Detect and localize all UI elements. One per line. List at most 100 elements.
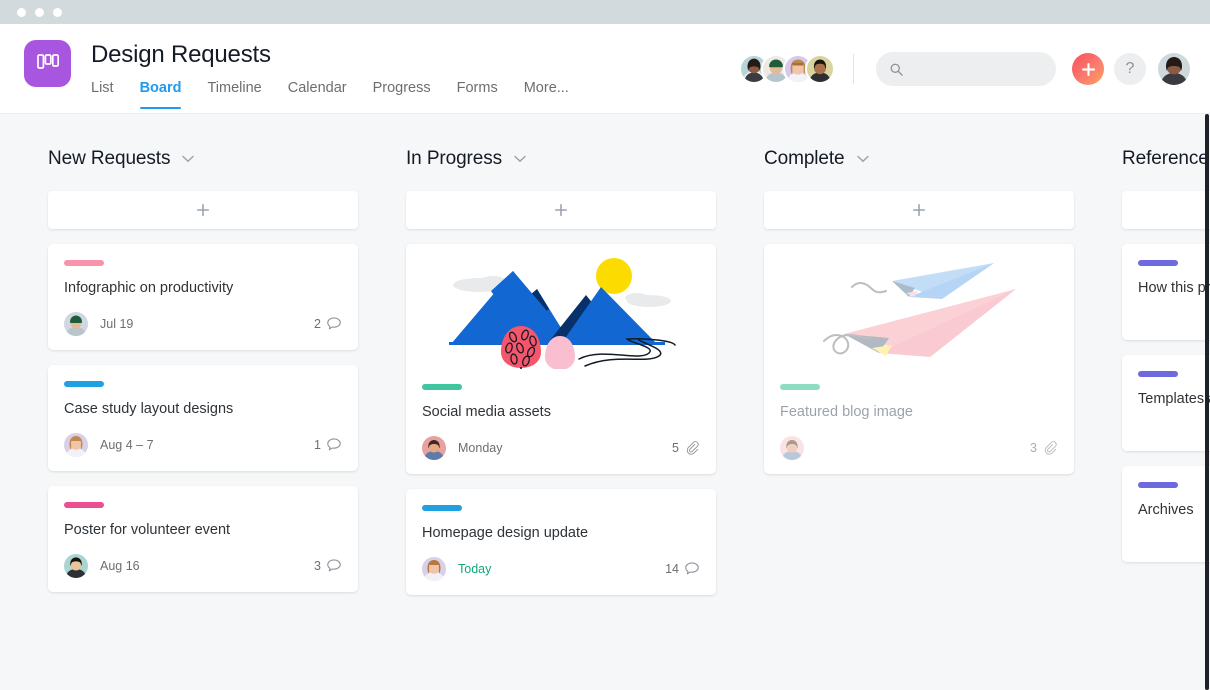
view-tabs: List Board Timeline Calendar Progress Fo… xyxy=(91,79,569,109)
tab-progress[interactable]: Progress xyxy=(373,79,431,109)
assignee-avatar[interactable] xyxy=(780,436,804,460)
assignee-avatar[interactable] xyxy=(422,557,446,581)
plus-icon xyxy=(1081,62,1096,77)
scrollbar-thumb[interactable] xyxy=(1205,114,1209,690)
search-box[interactable] xyxy=(876,52,1056,86)
tab-timeline[interactable]: Timeline xyxy=(207,79,261,109)
chevron-down-icon[interactable] xyxy=(182,155,194,163)
card-comment-count[interactable]: 14 xyxy=(665,561,700,577)
board-glyph-icon xyxy=(37,54,59,74)
card-date: Jul 19 xyxy=(100,317,133,331)
add-task-button[interactable] xyxy=(764,191,1074,229)
avatar-face-icon xyxy=(807,56,833,82)
avatar-face-icon xyxy=(422,557,446,581)
card-tag xyxy=(64,381,104,387)
card-meta: 3 xyxy=(780,436,1058,460)
tab-list[interactable]: List xyxy=(91,79,114,109)
column-header[interactable]: Reference xyxy=(1122,146,1210,172)
card-meta: Monday 5 xyxy=(422,436,700,460)
plus-icon xyxy=(554,203,568,217)
assignee-avatar[interactable] xyxy=(422,436,446,460)
column-header[interactable]: New Requests xyxy=(48,146,358,172)
board-column-new-requests: New Requests Infographic on productivity xyxy=(48,114,358,690)
card-comment-count[interactable]: 1 xyxy=(314,437,342,453)
plus-icon xyxy=(912,203,926,217)
card-comment-count[interactable]: 3 xyxy=(314,558,342,574)
column-header[interactable]: Complete xyxy=(764,146,1074,172)
member-avatar-stack[interactable] xyxy=(739,54,835,84)
tab-calendar[interactable]: Calendar xyxy=(288,79,347,109)
column-header[interactable]: In Progress xyxy=(406,146,716,172)
window-close-dot[interactable] xyxy=(17,8,26,17)
card-title: Featured blog image xyxy=(780,403,1058,422)
window-maximize-dot[interactable] xyxy=(53,8,62,17)
assignee-avatar[interactable] xyxy=(64,554,88,578)
task-card[interactable]: Social media assets Monday 5 xyxy=(406,244,716,474)
task-card[interactable]: Homepage design update Today 14 xyxy=(406,489,716,595)
attachment-icon xyxy=(684,440,700,456)
header-left: Design Requests List Board Timeline Cale… xyxy=(0,24,569,109)
card-date: Today xyxy=(458,562,491,576)
header-divider xyxy=(853,54,854,84)
card-cover-image xyxy=(780,244,1058,374)
comment-count-value: 2 xyxy=(314,317,321,331)
attachment-icon xyxy=(1042,440,1058,456)
column-title: Reference xyxy=(1122,148,1209,170)
tab-board[interactable]: Board xyxy=(140,79,182,109)
avatar-face-icon xyxy=(64,312,88,336)
title-block: Design Requests List Board Timeline Cale… xyxy=(91,40,569,109)
board-column-complete: Complete xyxy=(764,114,1074,690)
comment-count-value: 14 xyxy=(665,562,679,576)
card-attachment-count[interactable]: 3 xyxy=(1030,440,1058,456)
help-label: ? xyxy=(1126,60,1135,78)
task-card[interactable]: Featured blog image 3 xyxy=(764,244,1074,474)
card-comment-count[interactable]: 2 xyxy=(314,316,342,332)
card-tag xyxy=(64,502,104,508)
avatar-face-icon xyxy=(1158,53,1190,85)
add-task-button[interactable] xyxy=(48,191,358,229)
assignee-avatar[interactable] xyxy=(64,312,88,336)
vertical-scrollbar[interactable] xyxy=(1205,114,1210,690)
card-title: Templates and specs xyxy=(1138,390,1210,409)
task-card[interactable]: Infographic on productivity Jul 19 2 xyxy=(48,244,358,350)
tab-more[interactable]: More... xyxy=(524,79,569,109)
current-user-avatar[interactable] xyxy=(1158,53,1190,85)
app-header: Design Requests List Board Timeline Cale… xyxy=(0,24,1210,114)
task-card[interactable]: Templates and specs xyxy=(1122,355,1210,451)
card-attachment-count[interactable]: 5 xyxy=(672,440,700,456)
comment-icon xyxy=(326,316,342,332)
task-card[interactable]: Poster for volunteer event Aug 16 3 xyxy=(48,486,358,592)
card-meta: Aug 4 – 7 1 xyxy=(64,433,342,457)
task-card[interactable]: Archives xyxy=(1122,466,1210,562)
add-task-button[interactable] xyxy=(406,191,716,229)
window-titlebar xyxy=(0,0,1210,24)
column-title: Complete xyxy=(764,148,845,170)
attachment-count-value: 5 xyxy=(672,441,679,455)
card-date: Aug 4 – 7 xyxy=(100,438,154,452)
tab-forms[interactable]: Forms xyxy=(457,79,498,109)
task-card[interactable]: Case study layout designs Aug 4 – 7 1 xyxy=(48,365,358,471)
page-title: Design Requests xyxy=(91,40,569,70)
card-meta: Aug 16 3 xyxy=(64,554,342,578)
project-board-icon[interactable] xyxy=(24,40,71,87)
avatar[interactable] xyxy=(805,54,835,84)
card-meta: Today 14 xyxy=(422,557,700,581)
card-cover-image xyxy=(422,244,700,374)
card-title: Archives xyxy=(1138,501,1210,520)
help-button[interactable]: ? xyxy=(1114,53,1146,85)
avatar-face-icon xyxy=(780,436,804,460)
plus-icon xyxy=(196,203,210,217)
header-right: ? xyxy=(739,24,1210,114)
assignee-avatar[interactable] xyxy=(64,433,88,457)
avatar-face-icon xyxy=(422,436,446,460)
card-tag xyxy=(422,505,462,511)
chevron-down-icon[interactable] xyxy=(514,155,526,163)
add-button[interactable] xyxy=(1072,53,1104,85)
comment-count-value: 1 xyxy=(314,438,321,452)
search-input[interactable] xyxy=(911,62,1042,77)
task-card[interactable]: How this project works xyxy=(1122,244,1210,340)
window-minimize-dot[interactable] xyxy=(35,8,44,17)
add-task-button[interactable] xyxy=(1122,191,1210,229)
comment-icon xyxy=(326,558,342,574)
chevron-down-icon[interactable] xyxy=(857,155,869,163)
